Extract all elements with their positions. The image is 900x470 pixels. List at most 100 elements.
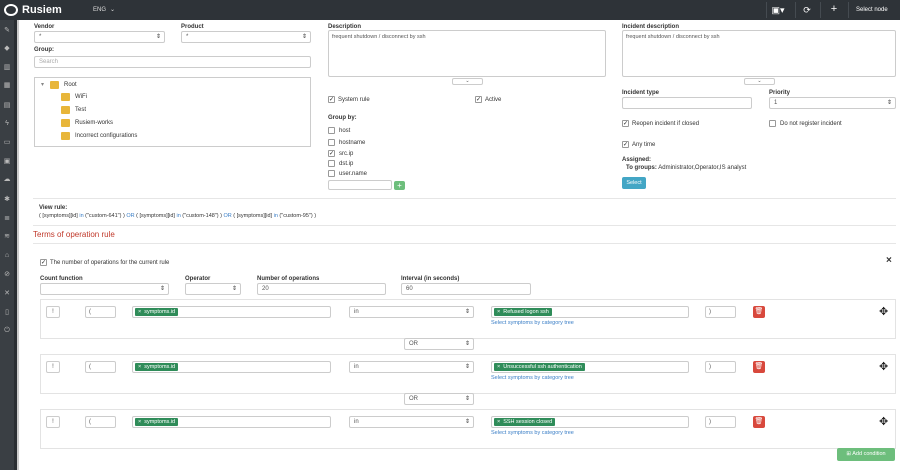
trash-icon[interactable]: 🗑 [753,416,765,428]
group-by-user-name-label: user.name [339,171,368,177]
close-paren-input[interactable]: ) [705,361,736,373]
open-paren-input[interactable]: ( [85,361,116,373]
system-rule-checkbox[interactable]: ✓ [328,96,335,103]
operator-select[interactable]: ⇕ [185,283,241,295]
trash-icon[interactable]: 🗑 [753,306,765,318]
count-function-select[interactable]: ⇕ [40,283,169,295]
operator-select[interactable]: in ⇕ [349,361,474,373]
list-icon[interactable]: ≣ [3,215,11,223]
add-group-by-button[interactable]: + [394,181,405,190]
tree-item-root[interactable]: Root [64,82,77,88]
description-textarea[interactable]: frequent shutdown / disconnect by ssh [328,30,606,77]
field-input[interactable]: × symptoms.id [132,306,331,318]
chevron-down-icon[interactable]: ⌄ [110,6,115,13]
group-by-host-checkbox[interactable] [328,127,335,134]
field-input[interactable]: × symptoms.id [132,416,331,428]
power-icon[interactable]: ⏻ [3,327,11,335]
tree-item-rusiem-works[interactable]: Rusiem-works [75,120,113,126]
interval-input[interactable]: 60 [401,283,531,295]
remove-tag-icon[interactable]: × [138,419,141,425]
any-time-checkbox[interactable]: ✓ [622,141,629,148]
select-groups-button[interactable]: Select [622,177,646,189]
select-symptoms-link[interactable]: Select symptoms by category tree [491,430,574,436]
group-search-input[interactable]: Search [34,56,311,68]
save-menu-icon[interactable]: ▣▾ [771,5,785,16]
reopen-incident-checkbox[interactable]: ✓ [622,120,629,127]
group-by-user-name-checkbox[interactable] [328,170,335,177]
value-input[interactable]: × Refused logon ssh [491,306,689,318]
select-node-button[interactable]: Select node [856,7,888,13]
group-by-custom-input[interactable] [328,180,392,190]
remove-tag-icon[interactable]: × [497,364,500,370]
bolt-icon[interactable]: ϟ [3,120,11,128]
divider [33,198,896,199]
add-icon[interactable]: + [827,3,841,15]
description-expand-button[interactable]: ⌄ [452,78,483,85]
chart-icon[interactable]: ▥ [3,64,11,72]
tree-item-test[interactable]: Test [75,107,86,113]
language-selector[interactable]: ENG [93,7,106,13]
tools-icon[interactable]: ✕ [3,290,11,298]
close-paren-input[interactable]: ) [705,306,736,318]
document-icon[interactable]: ▤ [3,102,11,110]
tree-collapse-icon[interactable]: ▾ [41,81,44,88]
vendor-select[interactable]: * ⇕ [34,31,165,43]
not-toggle[interactable]: ! [46,416,60,428]
file-icon[interactable]: ▯ [3,309,11,317]
operator-select[interactable]: in ⇕ [349,306,474,318]
open-paren-input[interactable]: ( [85,306,116,318]
grid-icon[interactable]: ▦ [3,82,11,90]
trash-icon[interactable]: 🗑 [753,361,765,373]
move-icon[interactable]: ✥ [879,305,888,318]
close-paren-input[interactable]: ) [705,416,736,428]
home-icon[interactable]: ⌂ [3,252,11,260]
incident-description-textarea[interactable]: frequent shutdown / disconnect by ssh [622,30,896,77]
operator-select[interactable]: in ⇕ [349,416,474,428]
product-select[interactable]: * ⇕ [181,31,311,43]
shield-icon[interactable]: ◆ [3,45,11,53]
move-icon[interactable]: ✥ [879,415,888,428]
incident-type-input[interactable] [622,97,752,109]
layers-icon[interactable]: ≋ [3,233,11,241]
rules-icon[interactable]: ▣ [3,158,11,166]
group-by-src-ip-checkbox[interactable]: ✓ [328,150,335,157]
close-icon[interactable]: × [886,255,892,266]
refresh-icon[interactable]: ⟳ [800,5,814,16]
add-condition-button[interactable]: ⊞ Add condition [837,448,895,461]
field-input[interactable]: × symptoms.id [132,361,331,373]
remove-tag-icon[interactable]: × [497,309,500,315]
wrench-icon[interactable]: ✎ [3,27,11,35]
rusiem-logo-icon [4,4,18,16]
do-not-register-checkbox[interactable] [769,120,776,127]
logic-operator-select[interactable]: OR ⇕ [404,393,474,405]
divider [766,2,767,18]
priority-select[interactable]: 1 ⇕ [769,97,896,109]
incident-description-expand-button[interactable]: ⌄ [744,78,775,85]
num-ops-input[interactable]: 20 [257,283,386,295]
open-paren-input[interactable]: ( [85,416,116,428]
logic-operator-select[interactable]: OR ⇕ [404,338,474,350]
divider [820,2,821,18]
field-tag: × symptoms.id [135,308,179,316]
select-symptoms-link[interactable]: Select symptoms by category tree [491,320,574,326]
value-input[interactable]: × SSH session closed [491,416,689,428]
ops-count-checkbox[interactable]: ✓ [40,259,47,266]
tree-item-incorrect-configurations[interactable]: Incorrect configurations [75,133,137,139]
select-symptoms-link[interactable]: Select symptoms by category tree [491,375,574,381]
group-by-hostname-checkbox[interactable] [328,139,335,146]
remove-tag-icon[interactable]: × [138,364,141,370]
active-checkbox[interactable]: ✓ [475,96,482,103]
remove-tag-icon[interactable]: × [138,309,141,315]
tree-item-wifi[interactable]: WiFi [75,94,87,100]
remove-tag-icon[interactable]: × [497,419,500,425]
bug-icon[interactable]: ✱ [3,196,11,204]
block-icon[interactable]: ⊘ [3,271,11,279]
value-input[interactable]: × Unsuccessful ssh authentication [491,361,689,373]
to-groups-text: To groups: Administrator,Operator,IS ana… [626,165,746,171]
not-toggle[interactable]: ! [46,306,60,318]
not-toggle[interactable]: ! [46,361,60,373]
group-by-dst-ip-checkbox[interactable] [328,160,335,167]
move-icon[interactable]: ✥ [879,360,888,373]
folder-icon[interactable]: ▭ [3,139,11,147]
cloud-icon[interactable]: ☁ [3,176,11,184]
